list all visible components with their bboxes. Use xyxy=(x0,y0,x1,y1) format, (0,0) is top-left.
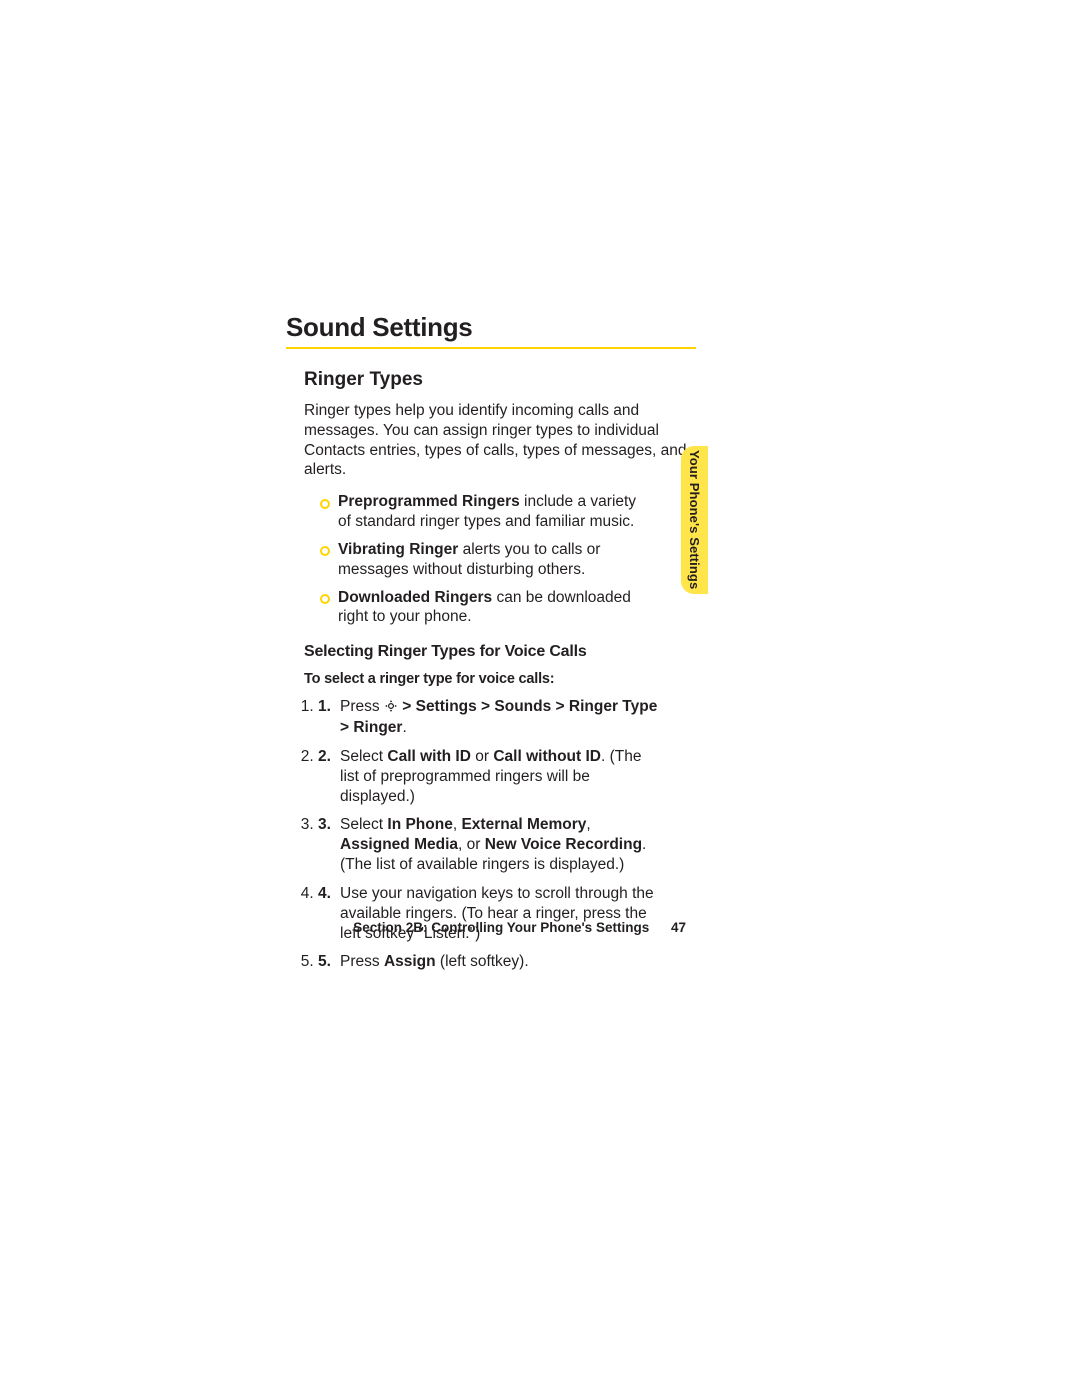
step-number: 4. xyxy=(318,884,331,904)
step-item: 1. Press > Settings > Sounds > Ringer Ty… xyxy=(318,697,658,738)
step-text: , or xyxy=(458,836,485,853)
procedure-heading: To select a ringer type for voice calls: xyxy=(304,671,696,687)
step-text: Press xyxy=(340,698,384,715)
intro-paragraph: Ringer types help you identify incoming … xyxy=(304,401,696,480)
step-number: 5. xyxy=(318,952,331,972)
page-footer: Section 2B: Controlling Your Phone's Set… xyxy=(286,920,686,935)
step-bold: Assign xyxy=(384,953,436,970)
step-text: . xyxy=(402,719,406,736)
step-bold: External Memory xyxy=(461,816,586,833)
page-content: Sound Settings Ringer Types Ringer types… xyxy=(286,312,696,981)
step-item: 5. Press Assign (left softkey). xyxy=(318,952,658,972)
step-text: Select xyxy=(340,816,387,833)
side-tab-label: Your Phone's Settings xyxy=(687,450,702,589)
step-text: Select xyxy=(340,748,387,765)
side-tab: Your Phone's Settings xyxy=(681,446,708,594)
step-number: 2. xyxy=(318,747,331,767)
footer-section-title: Section 2B: Controlling Your Phone's Set… xyxy=(353,920,649,935)
section-heading: Ringer Types xyxy=(304,369,696,391)
step-text: (left softkey). xyxy=(436,953,529,970)
step-item: 2. Select Call with ID or Call without I… xyxy=(318,747,658,806)
subsection-heading: Selecting Ringer Types for Voice Calls xyxy=(304,643,696,661)
step-bold: Call without ID xyxy=(493,748,601,765)
list-item: Vibrating Ringer alerts you to calls or … xyxy=(318,540,648,580)
bullet-bold: Preprogrammed Ringers xyxy=(338,493,520,510)
step-bold: Assigned Media xyxy=(340,836,458,853)
page-title: Sound Settings xyxy=(286,312,696,349)
step-bold: In Phone xyxy=(387,816,452,833)
list-item: Downloaded Ringers can be downloaded rig… xyxy=(318,588,648,628)
bullet-list: Preprogrammed Ringers include a variety … xyxy=(318,492,696,627)
bullet-bold: Vibrating Ringer xyxy=(338,541,458,558)
list-item: Preprogrammed Ringers include a variety … xyxy=(318,492,648,532)
step-item: 3. Select In Phone, External Memory, Ass… xyxy=(318,815,658,874)
nav-key-icon xyxy=(385,698,397,718)
step-text: or xyxy=(471,748,493,765)
step-number: 1. xyxy=(318,697,331,717)
step-number: 3. xyxy=(318,815,331,835)
step-bold: Call with ID xyxy=(387,748,471,765)
step-bold: New Voice Recording xyxy=(485,836,642,853)
page-number: 47 xyxy=(671,920,686,935)
bullet-bold: Downloaded Ringers xyxy=(338,589,492,606)
step-text: Press xyxy=(340,953,384,970)
step-text: , xyxy=(586,816,590,833)
